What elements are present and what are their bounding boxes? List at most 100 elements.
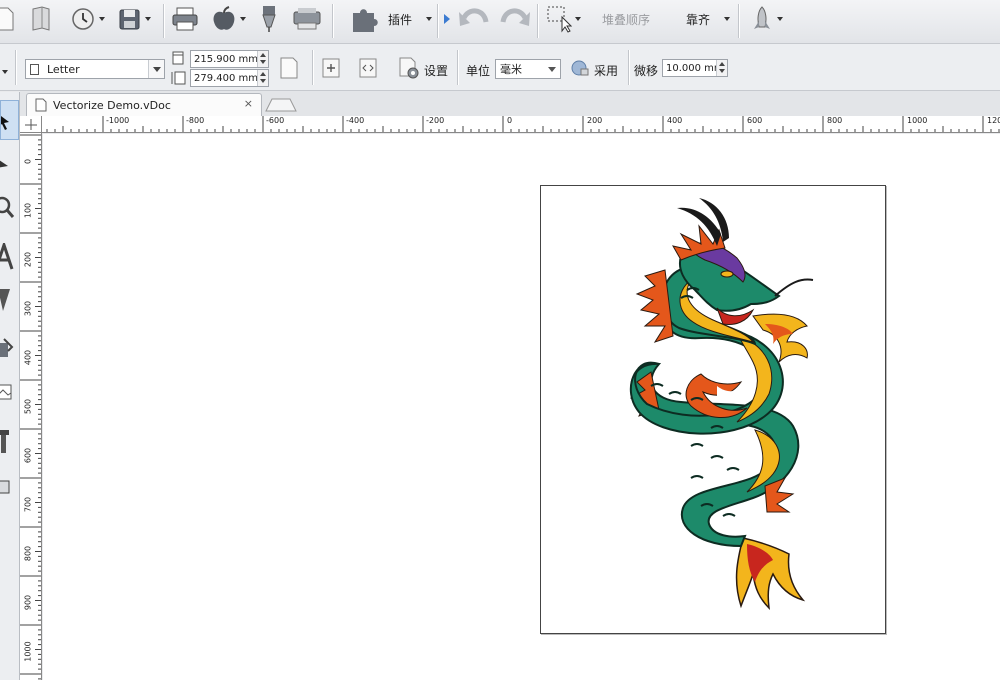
plotter-button[interactable]: [292, 4, 322, 34]
nudge-label: 微移: [634, 64, 659, 78]
pen-nib-icon: [262, 6, 276, 32]
rectangle-tool[interactable]: [0, 468, 19, 508]
stack-order-menu[interactable]: 堆叠顺序: [602, 4, 650, 34]
ruler-label: 1000: [907, 116, 928, 125]
page[interactable]: [540, 185, 886, 634]
document-icon: [0, 7, 14, 31]
ruler-label: 500: [23, 398, 33, 415]
nudge-stepper[interactable]: [716, 60, 727, 76]
ruler-label: 0: [507, 116, 513, 125]
page-navigate-icon[interactable]: [359, 58, 377, 78]
image-tool[interactable]: [0, 374, 19, 414]
ruler-label: 400: [23, 349, 33, 366]
up-arrow-icon[interactable]: [258, 51, 268, 59]
setup-button[interactable]: 设置: [424, 62, 448, 79]
ruler-label: 900: [23, 594, 33, 611]
ruler-label: 600: [747, 116, 763, 125]
ruler-label: 0: [23, 158, 33, 165]
undo-icon: [459, 8, 489, 26]
fill-tool[interactable]: [0, 330, 19, 370]
apply-icon[interactable]: [571, 59, 589, 77]
new-document-button[interactable]: [0, 4, 14, 34]
zoom-tool[interactable]: [0, 188, 19, 228]
undo-button[interactable]: [458, 4, 492, 34]
rocket-button[interactable]: [750, 4, 783, 34]
close-tab-icon[interactable]: ×: [244, 97, 253, 110]
down-arrow-icon[interactable]: [258, 59, 268, 67]
ruler-origin[interactable]: [20, 116, 42, 133]
picture-icon: [0, 384, 12, 400]
tab-vectorize-demo[interactable]: Vectorize Demo.vDoc ×: [26, 93, 262, 116]
column-icon: [0, 430, 9, 453]
save-icon: [119, 9, 140, 30]
align-label: 靠齐: [686, 12, 711, 27]
page-width-value: 215.900 mm: [194, 53, 259, 65]
rectangle-icon: [0, 480, 10, 494]
page-setup-icon[interactable]: [398, 57, 420, 79]
page-height-value: 279.400 mm: [194, 72, 259, 84]
toolbox: [0, 92, 20, 680]
crosshair-icon: [25, 119, 37, 130]
cutter-button[interactable]: [259, 4, 279, 34]
plugin-label: 插件: [388, 12, 413, 27]
pick-tool[interactable]: [0, 100, 19, 140]
page-icon: [30, 63, 39, 75]
vertical-ruler[interactable]: 0 100 200 300 400 500 600 700 800 900 10…: [20, 133, 42, 680]
nudge-field[interactable]: 10.000 mm: [662, 59, 728, 77]
toolbar-separator: [163, 4, 164, 38]
height-stepper[interactable]: [257, 70, 268, 86]
page-size-select[interactable]: Letter: [25, 59, 165, 79]
ruler-label: 200: [587, 116, 603, 125]
unit-select[interactable]: 毫米: [495, 59, 561, 79]
printer-icon: [172, 7, 198, 31]
node-arrow-icon: [0, 160, 8, 168]
down-arrow-icon[interactable]: [258, 78, 268, 86]
history-button[interactable]: [70, 4, 105, 34]
open-button[interactable]: [30, 4, 52, 34]
print-button[interactable]: [171, 4, 199, 34]
apply-button[interactable]: 采用: [594, 62, 618, 79]
chevron-down-icon: [544, 60, 560, 78]
portrait-orientation-icon[interactable]: [280, 57, 298, 79]
add-page-icon[interactable]: [322, 58, 340, 78]
ruler-label: -600: [266, 116, 285, 125]
chevron-down-icon[interactable]: [2, 64, 8, 77]
ruler-label: 700: [23, 496, 33, 513]
pen-tool[interactable]: [0, 280, 19, 320]
toolbar-separator: [15, 50, 16, 85]
export-button[interactable]: [211, 4, 246, 34]
cut-tool[interactable]: [0, 422, 19, 462]
ruler-label: 300: [23, 300, 33, 317]
new-tab-icon[interactable]: [264, 98, 298, 112]
chevron-down-icon: [575, 17, 581, 21]
align-menu[interactable]: 靠齐: [686, 4, 731, 34]
redo-button[interactable]: [497, 4, 531, 34]
marquee-select-icon: [547, 6, 572, 33]
page-height-field[interactable]: 279.400 mm: [190, 69, 269, 87]
book-icon: [32, 6, 50, 31]
up-arrow-icon[interactable]: [717, 60, 727, 68]
chevron-down-icon: [777, 17, 783, 21]
horizontal-ruler[interactable]: -1000 -800 -600 -400 -200 0 200 400 600 …: [20, 116, 1000, 133]
drawing-canvas[interactable]: [43, 134, 1000, 680]
page-width-field[interactable]: 215.900 mm: [190, 50, 269, 68]
plugin-menu[interactable]: 插件: [350, 4, 433, 34]
clock-icon: [72, 8, 94, 30]
unit-label: 单位: [466, 64, 491, 78]
toolbar-separator: [738, 4, 739, 38]
pointer-arrow-icon: [1, 116, 9, 130]
text-tool[interactable]: [0, 237, 19, 277]
property-bar: Letter 215.900 mm 279.400 mm 设置 单位 毫米 采用…: [0, 44, 1000, 91]
width-stepper[interactable]: [257, 51, 268, 67]
save-button[interactable]: [118, 4, 151, 34]
dragon-artwork[interactable]: [541, 186, 887, 635]
ruler-label: 120: [987, 116, 1000, 125]
down-arrow-icon[interactable]: [717, 68, 727, 76]
document-tabs: Vectorize Demo.vDoc ×: [20, 91, 1000, 116]
chevron-down-icon: [240, 17, 246, 21]
up-arrow-icon[interactable]: [258, 70, 268, 78]
toolbar-separator: [628, 50, 629, 85]
selection-button[interactable]: [546, 4, 581, 34]
expand-arrow[interactable]: [443, 4, 451, 34]
shape-tool[interactable]: [0, 144, 19, 184]
